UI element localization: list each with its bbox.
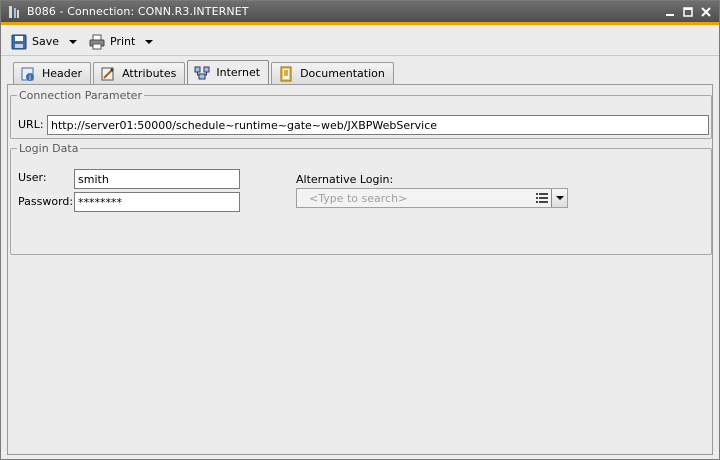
password-label: Password: [18, 195, 74, 208]
alternative-login-combo[interactable]: <Type to search> [296, 188, 568, 208]
title-bar: B086 - Connection: CONN.R3.INTERNET [1, 1, 719, 25]
svg-text:i: i [29, 74, 31, 82]
save-icon [11, 34, 27, 49]
header-icon: i [21, 67, 34, 82]
url-field[interactable] [47, 115, 709, 135]
tab-documentation[interactable]: Documentation [271, 62, 394, 84]
list-icon[interactable] [533, 189, 551, 207]
save-button[interactable]: Save [7, 31, 63, 53]
toolbar: Save Print [1, 28, 719, 56]
minimize-icon[interactable] [663, 5, 677, 19]
chevron-down-icon [555, 196, 564, 200]
maximize-icon[interactable] [681, 5, 695, 19]
alternative-login-label: Alternative Login: [296, 173, 394, 186]
user-field[interactable] [74, 169, 240, 189]
print-button[interactable]: Print [85, 31, 139, 53]
print-dropdown-button[interactable] [139, 31, 159, 53]
tab-strip: i Header Attributes Internet Documentati… [13, 60, 396, 84]
connection-parameter-group: Connection Parameter URL: [10, 89, 712, 139]
tab-attributes[interactable]: Attributes [93, 62, 186, 84]
chevron-down-icon [145, 39, 154, 44]
window-title: B086 - Connection: CONN.R3.INTERNET [27, 5, 249, 18]
login-data-group: Login Data User: Password: Alternative L… [10, 142, 712, 255]
password-field[interactable] [74, 192, 240, 212]
connection-window: B086 - Connection: CONN.R3.INTERNET Save [0, 0, 720, 460]
save-label: Save [32, 35, 60, 48]
tab-header[interactable]: i Header [13, 62, 92, 84]
login-data-legend: Login Data [19, 142, 79, 155]
tab-label: Documentation [300, 67, 385, 80]
tab-content-internet: Connection Parameter URL: Login Data Use… [7, 85, 713, 455]
attributes-icon [101, 67, 114, 80]
close-icon[interactable] [699, 5, 713, 19]
documentation-icon [280, 66, 292, 81]
user-label: User: [18, 171, 47, 184]
tab-label: Internet [216, 66, 261, 79]
alternative-login-placeholder: <Type to search> [309, 191, 408, 205]
tab-internet[interactable]: Internet [187, 60, 270, 84]
internet-icon [194, 66, 210, 79]
printer-icon [89, 34, 105, 49]
tab-label: Attributes [122, 67, 177, 80]
tab-label: Header [42, 67, 83, 80]
save-dropdown-button[interactable] [63, 31, 83, 53]
dropdown-button[interactable] [551, 189, 567, 207]
chevron-down-icon [69, 39, 78, 44]
connection-icon [7, 5, 21, 19]
print-label: Print [110, 35, 136, 48]
url-label: URL: [18, 118, 44, 131]
connection-parameter-legend: Connection Parameter [19, 89, 142, 102]
